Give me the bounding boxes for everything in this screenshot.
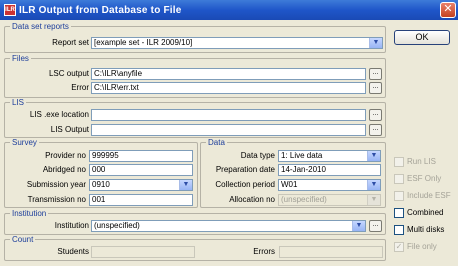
allocation-no-label: Allocation no [229, 195, 275, 204]
lis-exe-location-label: LIS .exe location [29, 110, 89, 119]
abridged-no-label: Abridged no [42, 165, 86, 174]
lsc-output-browse-button[interactable]: ... [369, 68, 382, 80]
checkbox-box[interactable] [394, 224, 404, 235]
multi-disks-checkbox[interactable]: Multi disks [394, 224, 444, 235]
error-file-browse-button[interactable]: ... [369, 82, 382, 94]
allocation-no-value: (unspecified) [281, 195, 327, 204]
errors-count-field [279, 246, 383, 258]
transmission-no-label: Transmission no [27, 195, 86, 204]
errors-label: Errors [253, 247, 275, 256]
group-title-data-set-reports: Data set reports [10, 22, 71, 31]
file-only-checkbox: ✓ File only [394, 241, 437, 252]
students-count-field [91, 246, 195, 258]
group-survey: Survey Provider no 999995 Abridged no 00… [4, 138, 198, 208]
close-button[interactable]: ✕ [440, 2, 456, 18]
checkmark-icon: ✓ [394, 241, 404, 252]
error-label: Error [71, 83, 89, 92]
chevron-down-icon: ▼ [367, 195, 380, 205]
report-set-label: Report set [52, 38, 89, 47]
institution-value: (unspecified) [94, 221, 140, 230]
chevron-down-icon[interactable]: ▼ [367, 151, 380, 161]
lsc-output-field[interactable]: C:\ILR\anyfile [91, 68, 366, 80]
checkbox-box [394, 190, 404, 201]
group-title-files: Files [10, 54, 31, 63]
data-type-dropdown[interactable]: 1: Live data ▼ [278, 150, 381, 162]
window-title: ILR Output from Database to File [19, 4, 182, 16]
file-only-label: File only [407, 242, 437, 251]
include-esf-checkbox: Include ESF [394, 190, 451, 201]
group-institution: Institution Institution (unspecified) ▼ … [4, 209, 386, 235]
group-count: Count Students Errors [4, 235, 386, 261]
group-title-data: Data [206, 138, 227, 147]
institution-label: Institution [54, 221, 89, 230]
collection-period-label: Collection period [215, 180, 275, 189]
lsc-output-label: LSC output [48, 69, 89, 78]
lis-output-label: LIS Output [50, 125, 89, 134]
combined-checkbox[interactable]: Combined [394, 207, 443, 218]
error-file-field[interactable]: C:\ILR\err.txt [91, 82, 366, 94]
submission-year-value: 0910 [92, 180, 110, 189]
lis-output-browse-button[interactable]: ... [369, 124, 382, 136]
group-title-institution: Institution [10, 209, 49, 218]
provider-no-label: Provider no [45, 151, 86, 160]
combined-label: Combined [407, 208, 444, 217]
submission-year-dropdown[interactable]: 0910 ▼ [89, 179, 193, 191]
chevron-down-icon[interactable]: ▼ [369, 38, 382, 48]
lis-exe-location-field[interactable] [91, 109, 366, 121]
chevron-down-icon[interactable]: ▼ [179, 180, 192, 190]
institution-browse-button[interactable]: ... [369, 220, 382, 232]
group-files: Files LSC output C:\ILR\anyfile ... Erro… [4, 54, 386, 98]
report-set-dropdown[interactable]: [example set - ILR 2009/10] ▼ [91, 37, 383, 49]
app-icon: ILR [4, 4, 16, 16]
group-lis: LIS LIS .exe location ... LIS Output ... [4, 98, 386, 138]
data-type-value: 1: Live data [281, 151, 323, 160]
checkbox-box [394, 156, 404, 167]
include-esf-label: Include ESF [407, 191, 451, 200]
group-title-lis: LIS [10, 98, 27, 107]
transmission-no-field[interactable]: 001 [89, 194, 193, 206]
group-data: Data Data type 1: Live data ▼ Preparatio… [200, 138, 386, 208]
collection-period-dropdown[interactable]: W01 ▼ [278, 179, 381, 191]
abridged-no-field[interactable]: 000 [89, 164, 193, 176]
dialog-body: Data set reports Report set [example set… [0, 20, 458, 266]
institution-dropdown[interactable]: (unspecified) ▼ [91, 220, 366, 232]
esf-only-checkbox: ESF Only [394, 173, 441, 184]
submission-year-label: Submission year [26, 180, 86, 189]
checkbox-box[interactable] [394, 207, 404, 218]
students-label: Students [57, 247, 89, 256]
lis-output-field[interactable] [91, 124, 366, 136]
lis-exe-browse-button[interactable]: ... [369, 109, 382, 121]
group-title-survey: Survey [10, 138, 39, 147]
report-set-value: [example set - ILR 2009/10] [94, 38, 193, 47]
provider-no-field[interactable]: 999995 [89, 150, 193, 162]
checkbox-box [394, 173, 404, 184]
preparation-date-label: Preparation date [215, 165, 275, 174]
preparation-date-field[interactable]: 14-Jan-2010 [278, 164, 381, 176]
data-type-label: Data type [240, 151, 275, 160]
group-data-set-reports: Data set reports Report set [example set… [4, 22, 386, 53]
group-title-count: Count [10, 235, 36, 244]
esf-only-label: ESF Only [407, 174, 442, 183]
chevron-down-icon[interactable]: ▼ [352, 221, 365, 231]
run-lis-checkbox: Run LIS [394, 156, 436, 167]
run-lis-label: Run LIS [407, 157, 436, 166]
chevron-down-icon[interactable]: ▼ [367, 180, 380, 190]
title-bar: ILR ILR Output from Database to File ✕ [0, 0, 458, 20]
multi-disks-label: Multi disks [407, 225, 445, 234]
allocation-no-dropdown: (unspecified) ▼ [278, 194, 381, 206]
collection-period-value: W01 [281, 180, 298, 189]
ok-button[interactable]: OK [394, 30, 450, 45]
